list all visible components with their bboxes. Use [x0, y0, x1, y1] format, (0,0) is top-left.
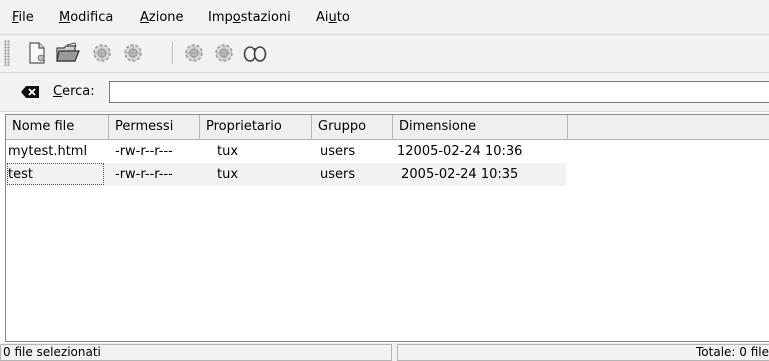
cell-owner: tux — [217, 144, 239, 159]
open-folder-button[interactable] — [54, 39, 82, 67]
search-label-text: erca: — [62, 84, 95, 99]
network-button-1[interactable] — [88, 39, 116, 67]
new-file-icon — [29, 42, 45, 64]
cell-group: users — [320, 167, 356, 182]
cell-name: test — [8, 167, 33, 182]
find-button[interactable] — [241, 39, 269, 67]
toolbar-separator — [172, 42, 174, 64]
menu-modifica[interactable]: Modifica — [59, 9, 113, 27]
menu-azione-label: zione — [148, 10, 184, 25]
table-row[interactable]: mytest.html -rw-r--r--- tux users 12005-… — [6, 140, 566, 163]
search-label: Cerca: — [53, 83, 95, 101]
network-gear-icon — [215, 44, 233, 62]
network-button-2[interactable] — [119, 39, 147, 67]
network-gear-icon — [93, 44, 111, 62]
column-header-gruppo[interactable]: Gruppo — [312, 115, 393, 139]
cell-group: users — [320, 144, 356, 159]
column-header-proprietario[interactable]: Proprietario — [200, 115, 312, 139]
status-bar: 0 file selezionati Totale: 0 file — [0, 343, 769, 361]
search-label-mnemonic: C — [53, 84, 63, 99]
search-bar: Cerca: — [0, 73, 769, 112]
cell-size-date: 2005-02-24 10:35 — [397, 167, 519, 182]
toolbar-grip[interactable] — [4, 40, 10, 66]
network-gear-icon — [124, 44, 142, 62]
open-folder-icon — [56, 42, 80, 62]
menu-azione[interactable]: Azione — [140, 9, 184, 27]
table-row[interactable]: test -rw-r--r--- tux users 2005-02-24 10… — [6, 163, 566, 186]
menu-modifica-label: odifica — [70, 10, 114, 25]
clear-search-icon[interactable] — [20, 84, 40, 100]
menu-modifica-mnemonic: M — [59, 10, 71, 25]
menu-impostazioni[interactable]: Impostazioni — [208, 9, 291, 27]
menu-file-label: ile — [18, 10, 34, 25]
menu-impostazioni-pre: Imp — [208, 10, 233, 25]
menu-file[interactable]: File — [12, 9, 34, 27]
menu-bar: File Modifica Azione Impostazioni Aiuto — [0, 0, 769, 35]
menu-aiuto-label: to — [336, 10, 350, 25]
new-file-button[interactable] — [23, 39, 51, 67]
cell-owner: tux — [217, 167, 239, 182]
menu-aiuto-pre: Ai — [316, 10, 329, 25]
menu-aiuto-mnemonic: u — [328, 10, 337, 25]
column-header-nome-file[interactable]: Nome file — [6, 115, 109, 139]
network-button-4[interactable] — [210, 39, 238, 67]
toolbar — [0, 35, 769, 73]
menu-impostazioni-label: stazioni — [240, 10, 291, 25]
binoculars-icon — [243, 46, 267, 62]
table-header: Nome file Permessi Proprietario Gruppo D… — [6, 115, 769, 140]
search-input[interactable] — [109, 81, 769, 103]
cell-permissions: -rw-r--r--- — [115, 167, 173, 182]
cell-name: mytest.html — [8, 144, 88, 159]
menu-aiuto[interactable]: Aiuto — [316, 9, 350, 27]
column-header-dimensione[interactable]: Dimensione — [393, 115, 568, 139]
menu-impostazioni-mnemonic: o — [232, 10, 241, 25]
menu-azione-mnemonic: A — [140, 10, 149, 25]
status-selected: 0 file selezionati — [0, 344, 392, 361]
file-list[interactable]: Nome file Permessi Proprietario Gruppo D… — [5, 114, 769, 342]
column-header-permessi[interactable]: Permessi — [109, 115, 200, 139]
network-gear-icon — [185, 44, 203, 62]
status-total: Totale: 0 file — [397, 344, 769, 361]
cell-size-date: 12005-02-24 10:36 — [397, 144, 523, 159]
network-button-3[interactable] — [180, 39, 208, 67]
cell-permissions: -rw-r--r--- — [115, 144, 173, 159]
